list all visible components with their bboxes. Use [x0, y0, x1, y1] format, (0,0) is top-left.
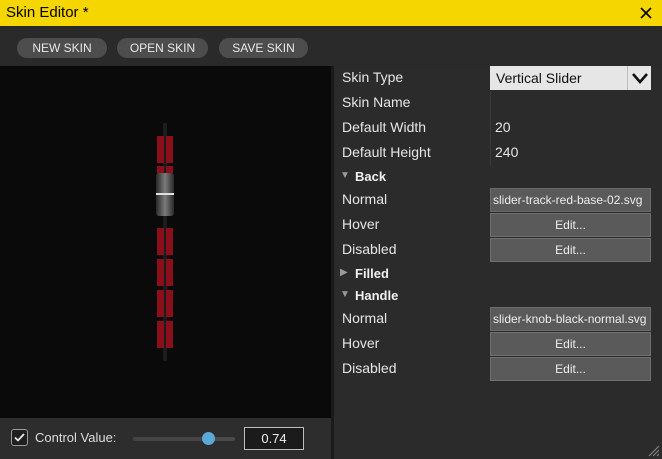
section-filled-title: Filled [355, 266, 389, 281]
handle-hover-label: Hover [342, 335, 380, 351]
control-value-label: Control Value: [35, 430, 117, 445]
default-height-value[interactable]: 240 [495, 144, 518, 160]
checkmark-icon [14, 433, 25, 442]
handle-disabled-row: Disabled Edit... [334, 357, 662, 382]
chevron-down-icon[interactable] [627, 66, 651, 90]
skin-type-row: Skin Type Vertical Slider [334, 66, 662, 91]
expanded-arrow-icon[interactable]: ▼ [340, 170, 350, 181]
back-normal-label: Normal [342, 191, 388, 207]
toolbar: NEW SKIN OPEN SKIN SAVE SKIN [0, 26, 662, 66]
slider-fill [133, 437, 209, 441]
control-value-slider[interactable] [133, 432, 235, 445]
section-handle-title: Handle [355, 288, 399, 303]
handle-disabled-label: Disabled [342, 360, 397, 376]
skin-type-label: Skin Type [342, 69, 404, 85]
section-filled[interactable]: ▶ Filled [334, 263, 662, 285]
back-hover-edit-button[interactable]: Edit... [490, 213, 651, 237]
skin-preview [0, 66, 331, 418]
default-height-row: Default Height 240 [334, 141, 662, 166]
skin-name-label: Skin Name [342, 94, 411, 110]
back-hover-label: Hover [342, 216, 380, 232]
default-width-value[interactable]: 20 [495, 119, 511, 135]
handle-disabled-edit-button[interactable]: Edit... [490, 357, 651, 381]
back-disabled-edit-button[interactable]: Edit... [490, 238, 651, 262]
back-disabled-row: Disabled Edit... [334, 238, 662, 263]
section-back[interactable]: ▼ Back [334, 166, 662, 188]
window-title: Skin Editor * [6, 4, 89, 21]
handle-normal-row: Normal slider-knob-black-normal.svg [334, 307, 662, 332]
skin-type-select[interactable]: Vertical Slider [490, 66, 651, 90]
handle-hover-row: Hover Edit... [334, 332, 662, 357]
open-skin-button[interactable]: OPEN SKIN [117, 38, 208, 58]
control-value-bar: Control Value: 0.74 [0, 418, 331, 459]
handle-normal-file[interactable]: slider-knob-black-normal.svg [490, 307, 651, 331]
skin-type-value: Vertical Slider [496, 70, 582, 86]
skin-name-row: Skin Name [334, 91, 662, 116]
default-height-label: Default Height [342, 144, 431, 160]
back-normal-file[interactable]: slider-track-red-base-02.svg [490, 188, 651, 212]
default-width-label: Default Width [342, 119, 427, 135]
slider-thumb[interactable] [202, 432, 216, 445]
expanded-arrow-icon[interactable]: ▼ [340, 289, 350, 300]
back-hover-row: Hover Edit... [334, 213, 662, 238]
back-disabled-label: Disabled [342, 241, 397, 257]
control-value-input[interactable]: 0.74 [244, 427, 304, 450]
handle-normal-label: Normal [342, 310, 388, 326]
section-handle[interactable]: ▼ Handle [334, 285, 662, 307]
save-skin-button[interactable]: SAVE SKIN [219, 38, 308, 58]
default-width-row: Default Width 20 [334, 116, 662, 141]
control-value-checkbox[interactable] [11, 429, 28, 446]
back-normal-row: Normal slider-track-red-base-02.svg [334, 188, 662, 213]
handle-hover-edit-button[interactable]: Edit... [490, 332, 651, 356]
vertical-slider-preview[interactable] [0, 66, 331, 418]
slider-knob [156, 173, 174, 216]
properties-panel: Skin Type Vertical Slider Skin Name Defa… [334, 66, 662, 459]
new-skin-button[interactable]: NEW SKIN [17, 38, 107, 58]
title-bar: Skin Editor * [0, 0, 662, 26]
collapsed-arrow-icon[interactable]: ▶ [340, 267, 348, 278]
resize-grip-icon[interactable] [646, 443, 660, 457]
section-back-title: Back [355, 169, 387, 184]
close-icon[interactable] [638, 2, 654, 22]
